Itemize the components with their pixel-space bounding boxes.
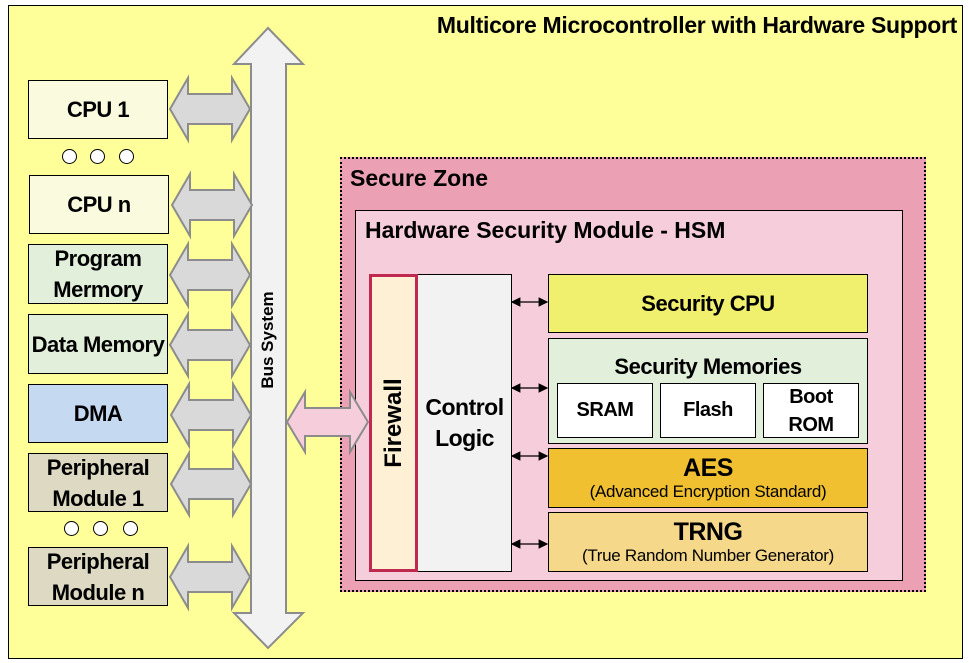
security-memories-label: Security Memories bbox=[614, 354, 802, 379]
trng-label: TRNG bbox=[673, 518, 743, 546]
boot-rom-block: Boot ROM bbox=[763, 383, 859, 438]
sram-block: SRAM bbox=[557, 383, 653, 438]
aes-label: AES bbox=[683, 454, 733, 482]
aes-subtitle: (Advanced Encryption Standard) bbox=[589, 482, 827, 501]
flash-block: Flash bbox=[660, 383, 756, 438]
trng-block: TRNG (True Random Number Generator) bbox=[548, 512, 868, 572]
aes-block: AES (Advanced Encryption Standard) bbox=[548, 448, 868, 508]
security-cpu-block: Security CPU bbox=[548, 274, 868, 333]
bus-to-hsm-arrow bbox=[285, 388, 370, 456]
trng-subtitle: (True Random Number Generator) bbox=[581, 546, 835, 565]
